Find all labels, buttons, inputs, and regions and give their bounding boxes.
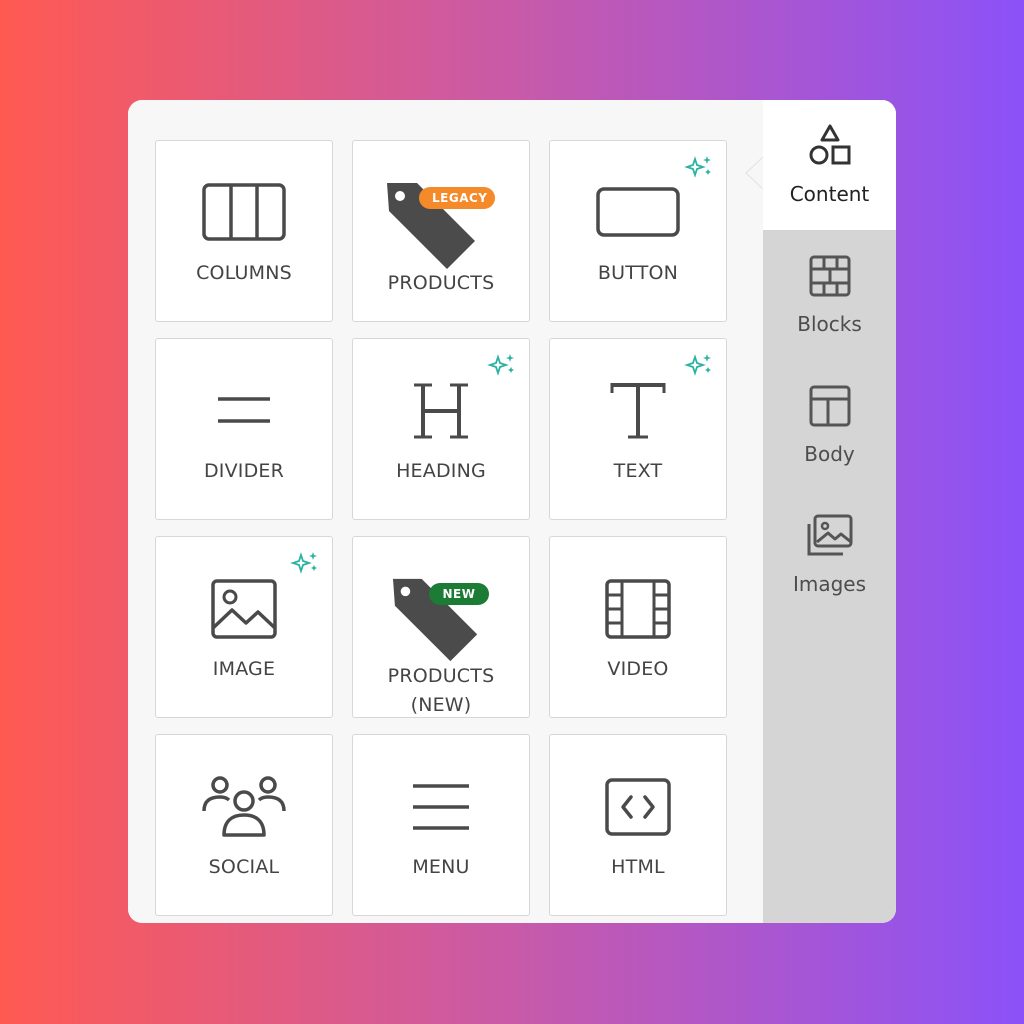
content-tools-area: COLUMNS LEGACY PRODUCTS BUTTON DIVIDER H… (128, 100, 763, 923)
sidebar-item-images[interactable]: Images (763, 490, 896, 620)
tool-social[interactable]: SOCIAL (155, 734, 333, 916)
tool-divider[interactable]: DIVIDER (155, 338, 333, 520)
divider-icon (202, 379, 286, 443)
tool-products-new[interactable]: NEW PRODUCTS (NEW) (352, 536, 530, 718)
menu-icon (399, 775, 483, 839)
ai-sparkle-icon (290, 552, 317, 574)
tool-label: MENU (412, 856, 470, 878)
legacy-badge: LEGACY (419, 187, 495, 209)
tool-image[interactable]: IMAGE (155, 536, 333, 718)
ai-sparkle-icon (487, 354, 514, 376)
tool-label: TEXT (613, 460, 663, 482)
sidebar-item-content[interactable]: Content (763, 100, 896, 230)
shapes-icon (809, 124, 850, 165)
tool-heading[interactable]: HEADING (352, 338, 530, 520)
sidebar-item-label: Content (789, 182, 870, 206)
ai-sparkle-icon (684, 354, 711, 376)
tool-text[interactable]: TEXT (549, 338, 727, 520)
tool-label: DIVIDER (203, 460, 285, 482)
tool-products-legacy[interactable]: LEGACY PRODUCTS (352, 140, 530, 322)
ai-sparkle-icon (684, 156, 711, 178)
image-icon (202, 577, 286, 641)
tool-video[interactable]: VIDEO (549, 536, 727, 718)
tool-label-line1: PRODUCTS (387, 665, 495, 687)
tool-label-line2: (NEW) (410, 694, 472, 716)
content-tools-grid: COLUMNS LEGACY PRODUCTS BUTTON DIVIDER H… (155, 140, 727, 916)
html-icon (596, 775, 680, 839)
sidebar-item-label: Images (792, 572, 867, 596)
video-icon (596, 577, 680, 641)
tool-label: PRODUCTS (NEW) (353, 662, 529, 720)
text-icon (596, 379, 680, 443)
sidebar-item-label: Blocks (797, 312, 862, 336)
sidebar-tabs: Content Blocks Body Images (763, 100, 896, 923)
tool-label: VIDEO (607, 658, 669, 680)
tool-label: IMAGE (212, 658, 276, 680)
tool-label: HEADING (396, 460, 486, 482)
tool-menu[interactable]: MENU (352, 734, 530, 916)
sidebar-item-blocks[interactable]: Blocks (763, 230, 896, 360)
blocks-icon (809, 255, 850, 297)
tool-html[interactable]: HTML (549, 734, 727, 916)
images-icon (807, 514, 852, 556)
tool-columns[interactable]: COLUMNS (155, 140, 333, 322)
sidebar-item-label: Body (804, 442, 855, 466)
new-badge: NEW (429, 583, 489, 605)
button-icon (596, 181, 680, 245)
social-icon (202, 775, 286, 839)
columns-icon (202, 181, 286, 245)
sidebar-item-body[interactable]: Body (763, 360, 896, 490)
tool-label: BUTTON (597, 262, 679, 284)
tool-button[interactable]: BUTTON (549, 140, 727, 322)
heading-icon (399, 379, 483, 443)
active-tab-pointer (745, 156, 763, 190)
tool-label: HTML (611, 856, 665, 878)
body-layout-icon (809, 385, 850, 427)
tool-label: SOCIAL (208, 856, 280, 878)
tool-label: COLUMNS (196, 262, 292, 284)
editor-tools-panel: COLUMNS LEGACY PRODUCTS BUTTON DIVIDER H… (128, 100, 896, 923)
tool-label: PRODUCTS (387, 272, 495, 294)
